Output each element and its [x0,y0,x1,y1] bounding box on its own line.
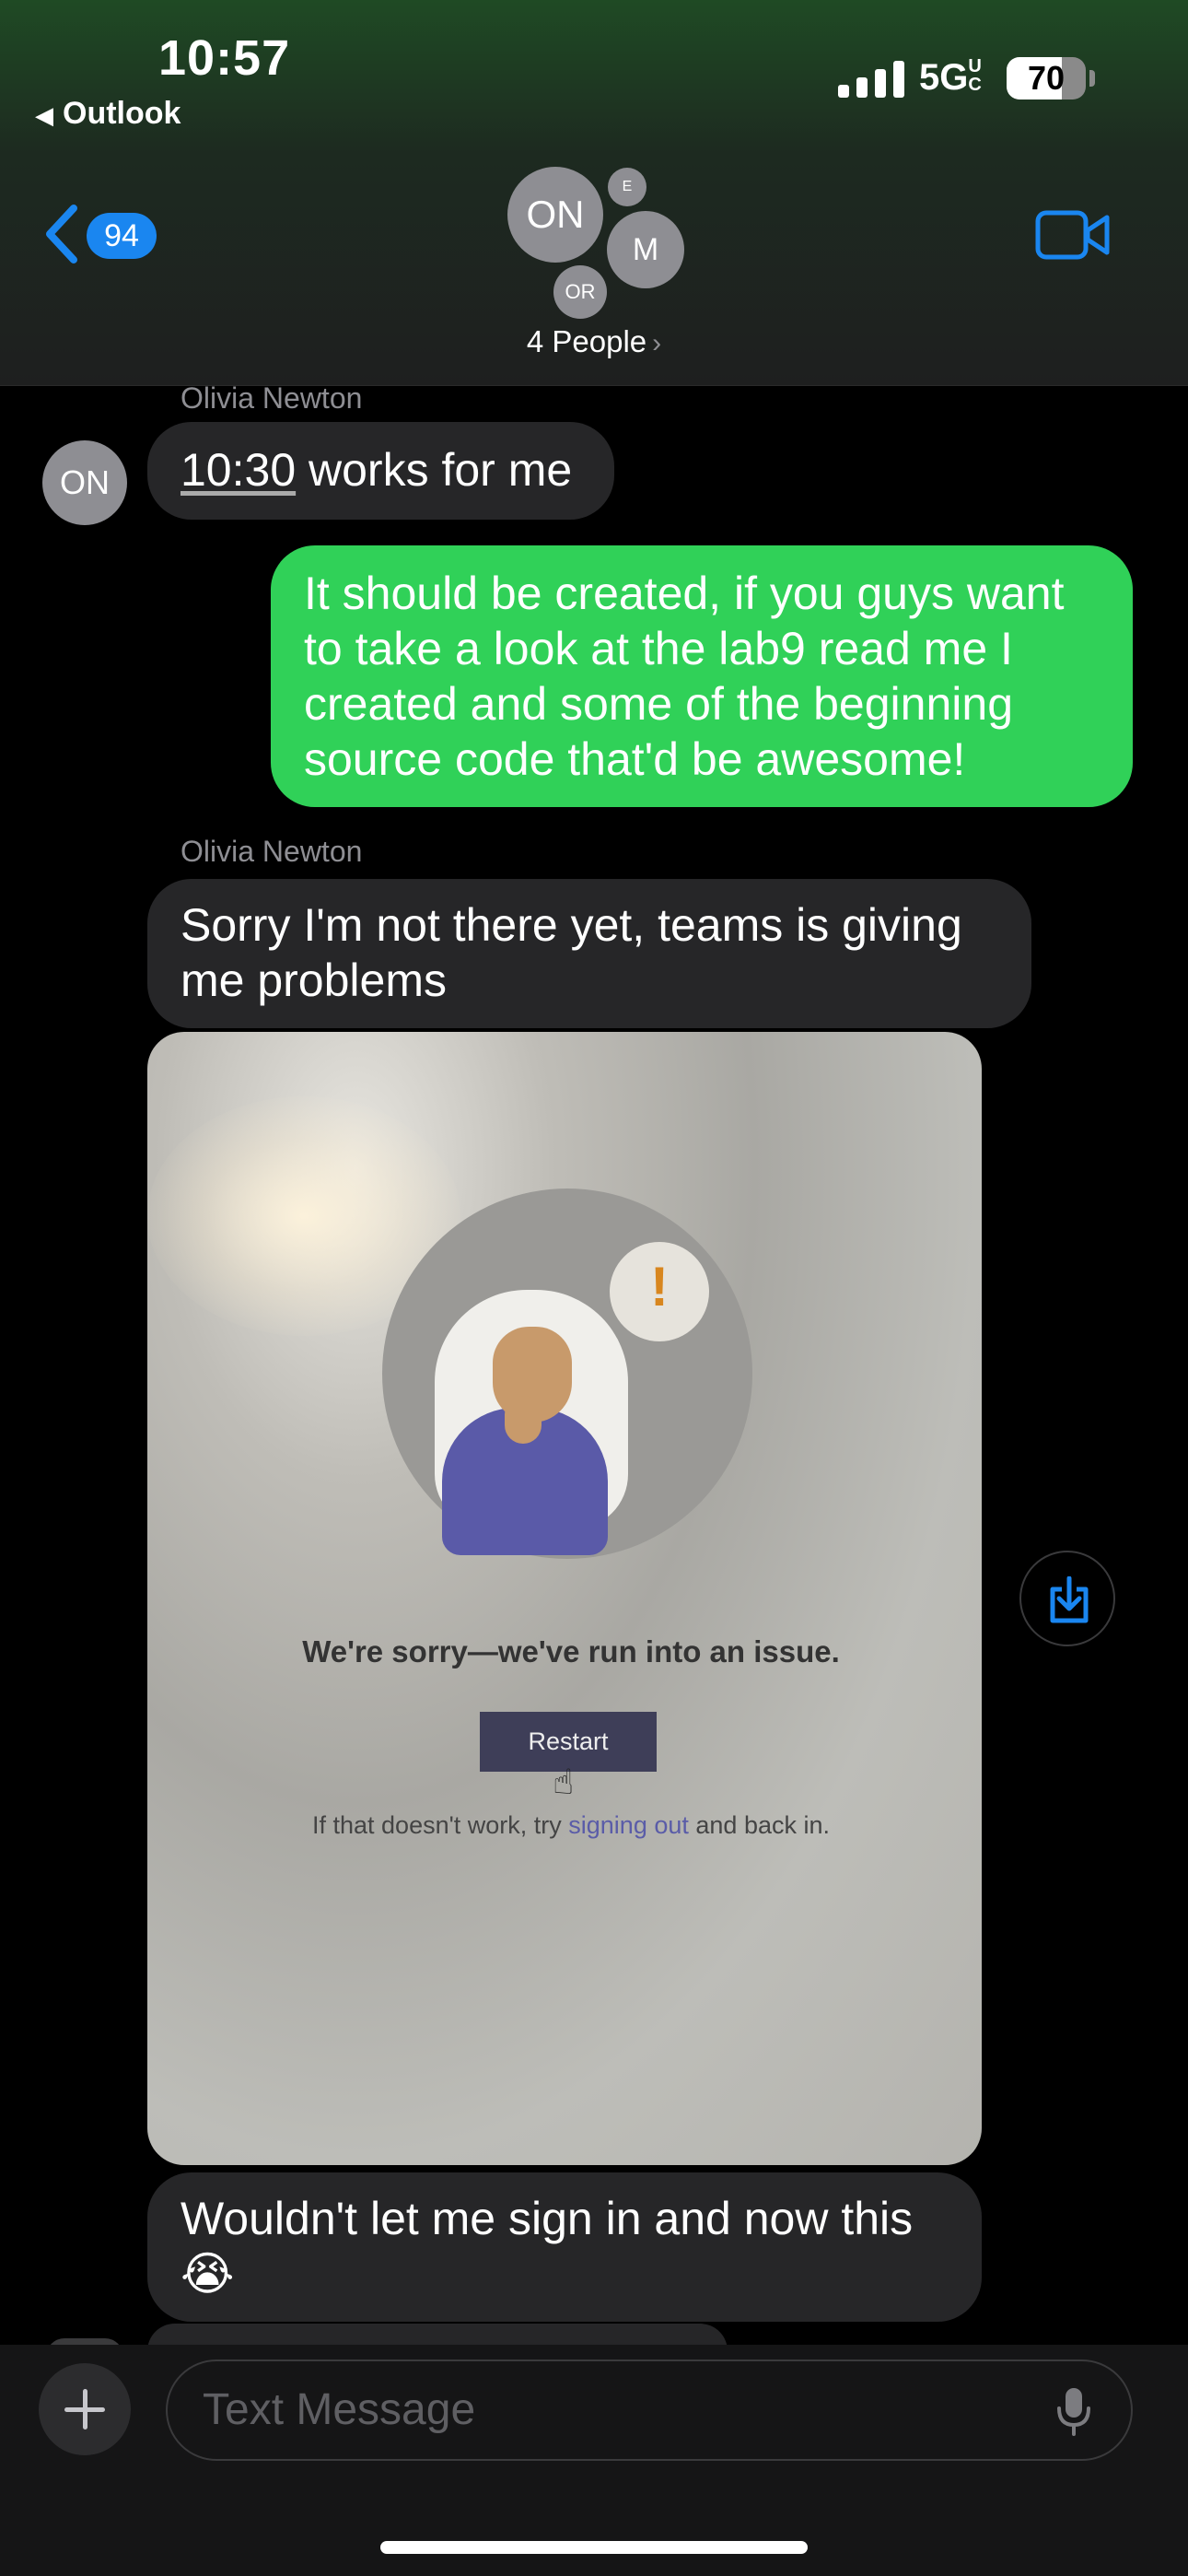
people-label: 4 People [526,324,647,358]
photo-error-subtext: If that doesn't work, try signing out an… [312,1811,830,1839]
sender-name: Olivia Newton [181,381,363,415]
battery-percent: 70 [1027,59,1066,97]
hand-cursor-icon: ☝ [553,1763,575,1802]
signal-strength-icon [838,61,904,98]
back-app-label: Outlook [63,96,181,131]
group-avatar-e[interactable]: E [608,168,646,206]
back-to-app-link[interactable]: ◀ Outlook [35,96,181,132]
thought-bubble-icon: ! [610,1242,709,1341]
message-text: Wouldn't let me sign in and now this 😭 [181,2193,914,2300]
back-triangle-icon: ◀ [35,101,53,129]
home-indicator[interactable] [380,2541,808,2554]
video-camera-icon[interactable] [1035,210,1111,260]
illustration-hand [505,1396,542,1444]
message-text: Sorry I'm not there yet, teams is giving… [181,899,962,1006]
incoming-message-bubble[interactable]: Wouldn't let me sign in and now this 😭 [147,2172,982,2322]
group-avatar-m[interactable]: M [607,211,684,288]
incoming-message-bubble[interactable]: 10:30 works for me [147,422,614,520]
microphone-icon[interactable] [1055,2386,1092,2438]
group-avatar-on[interactable]: ON [507,167,603,263]
network-type: 5GUC [919,56,982,98]
text-message-input[interactable]: Text Message [166,2359,1133,2461]
incoming-message-bubble[interactable]: Sorry I'm not there yet, teams is giving… [147,879,1031,1028]
back-chevron-icon[interactable] [42,205,79,263]
plus-icon[interactable] [39,2363,131,2455]
sender-name: Olivia Newton [181,835,363,868]
chevron-right-icon: › [652,328,662,358]
message-text: works for me [296,444,573,496]
outgoing-message-bubble[interactable]: It should be created, if you guys want t… [271,545,1133,807]
group-avatar-or[interactable]: OR [553,265,607,319]
conversation-header: 10:57 ◀ Outlook 5GUC 70 94 ON E M OR 4 Pe… [0,0,1188,386]
people-count-link[interactable]: 4 People › [0,324,1188,359]
time-link[interactable]: 10:30 [181,444,296,496]
status-time: 10:57 [158,30,291,86]
unread-count-badge[interactable]: 94 [87,213,157,259]
photo-error-heading: We're sorry—we've run into an issue. [302,1634,840,1669]
battery-nub [1089,70,1095,87]
sender-avatar[interactable]: ON [42,440,127,525]
save-download-icon [1050,1576,1089,1623]
message-text: It should be created, if you guys want t… [304,568,1065,785]
save-photo-button[interactable] [1019,1551,1115,1646]
battery-indicator: 70 [1007,57,1086,100]
